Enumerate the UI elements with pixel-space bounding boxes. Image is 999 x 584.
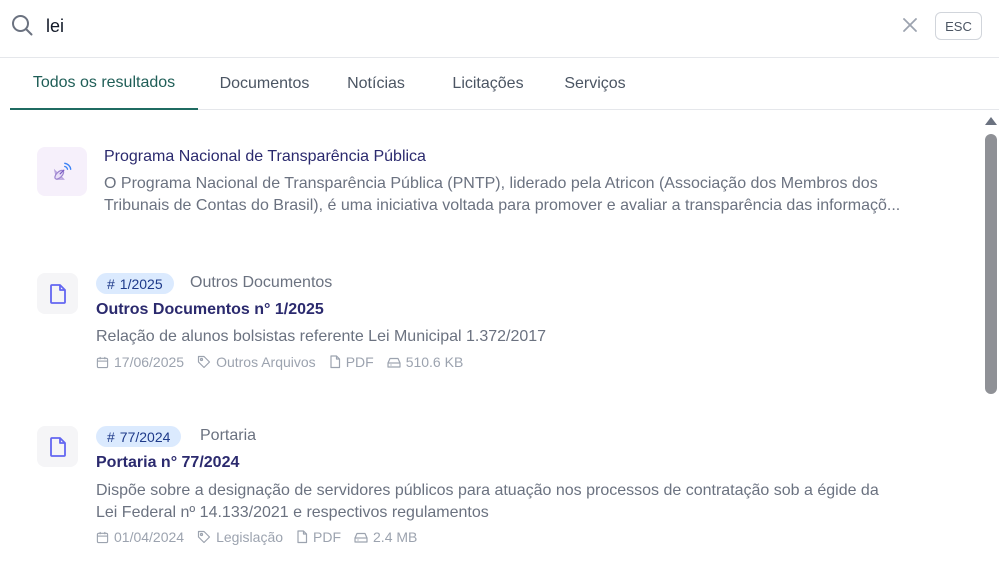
meta-size: 2.4 MB xyxy=(354,529,417,545)
tag-icon xyxy=(197,355,211,369)
result-description: Dispõe sobre a designação de servidores … xyxy=(96,480,879,524)
document-category: Outros Documentos xyxy=(190,274,333,291)
close-icon[interactable] xyxy=(900,15,920,35)
meta-date-label: 01/04/2024 xyxy=(114,529,185,545)
document-number-badge: # 77/2024 xyxy=(96,426,182,447)
tab-news[interactable]: Notícias xyxy=(331,58,421,110)
description-line: Dispõe sobre a designação de servidores … xyxy=(96,482,879,499)
meta-format: PDF xyxy=(329,354,374,370)
tab-all-results[interactable]: Todos os resultados xyxy=(10,58,198,110)
file-icon xyxy=(49,283,66,304)
esc-button[interactable]: ESC xyxy=(935,12,982,40)
calendar-icon xyxy=(96,356,109,368)
result-meta: 17/06/2025 Outros Arquivos PDF 510.6 KB xyxy=(96,354,476,370)
file-icon xyxy=(49,436,66,457)
meta-tag-label: Outros Arquivos xyxy=(216,354,316,370)
result-title[interactable]: Programa Nacional de Transparência Públi… xyxy=(104,148,426,166)
result-title[interactable]: Portaria n° 77/2024 xyxy=(96,454,239,472)
meta-tag-label: Legislação xyxy=(216,529,284,545)
result-meta: 01/04/2024 Legislação PDF 2.4 MB xyxy=(96,529,430,545)
search-input[interactable] xyxy=(46,12,866,40)
hash-icon: # xyxy=(107,275,115,292)
meta-format: PDF xyxy=(296,529,341,545)
file-icon xyxy=(330,355,340,369)
calendar-icon xyxy=(96,531,109,543)
meta-tag: Outros Arquivos xyxy=(197,354,316,370)
search-icon xyxy=(12,15,33,36)
meta-format-label: PDF xyxy=(313,529,342,545)
search-bar: ESC xyxy=(0,0,999,58)
file-icon xyxy=(297,530,308,544)
description-line: Relação de alunos bolsistas referente Le… xyxy=(96,328,547,345)
satellite-icon xyxy=(53,162,72,180)
meta-format-label: PDF xyxy=(345,354,374,370)
document-number-badge: # 1/2025 xyxy=(96,273,174,294)
results-list: Programa Nacional de Transparência Públi… xyxy=(0,111,984,584)
hard-drive-icon xyxy=(354,532,368,543)
meta-date-label: 17/06/2025 xyxy=(114,354,185,370)
tag-icon xyxy=(197,530,211,544)
meta-tag: Legislação xyxy=(197,529,283,545)
description-line: O Programa Nacional de Transparência Púb… xyxy=(104,175,878,192)
badge-label: 1/2025 xyxy=(119,275,163,292)
result-description: Relação de alunos bolsistas referente Le… xyxy=(96,326,546,348)
meta-size-label: 510.6 KB xyxy=(405,354,464,370)
description-line: Tribunais de Contas do Brasil), é uma in… xyxy=(104,197,901,214)
meta-size-label: 2.4 MB xyxy=(373,529,418,545)
tab-biddings[interactable]: Licitações xyxy=(421,58,555,110)
result-description: O Programa Nacional de Transparência Púb… xyxy=(104,173,900,217)
hash-icon: # xyxy=(107,428,115,445)
results-scrollbar[interactable] xyxy=(984,111,999,584)
document-category: Portaria xyxy=(200,427,257,444)
meta-date: 17/06/2025 xyxy=(96,354,184,370)
results-tabs: Todos os resultados Documentos Notícias … xyxy=(10,58,999,110)
meta-date: 01/04/2024 xyxy=(96,529,184,545)
result-icon-box xyxy=(37,273,78,314)
tab-documents[interactable]: Documentos xyxy=(198,58,331,110)
tab-services[interactable]: Serviços xyxy=(555,58,635,110)
result-icon-box xyxy=(37,147,87,196)
scroll-up-icon[interactable] xyxy=(985,117,997,125)
meta-size: 510.6 KB xyxy=(387,354,464,370)
scrollbar-thumb[interactable] xyxy=(985,134,997,394)
badge-label: 77/2024 xyxy=(119,428,171,445)
hard-drive-icon xyxy=(387,357,401,368)
result-icon-box xyxy=(37,426,78,467)
description-line: Lei Federal nº 14.133/2021 e respectivos… xyxy=(96,504,489,521)
result-title[interactable]: Outros Documentos n° 1/2025 xyxy=(96,301,324,319)
